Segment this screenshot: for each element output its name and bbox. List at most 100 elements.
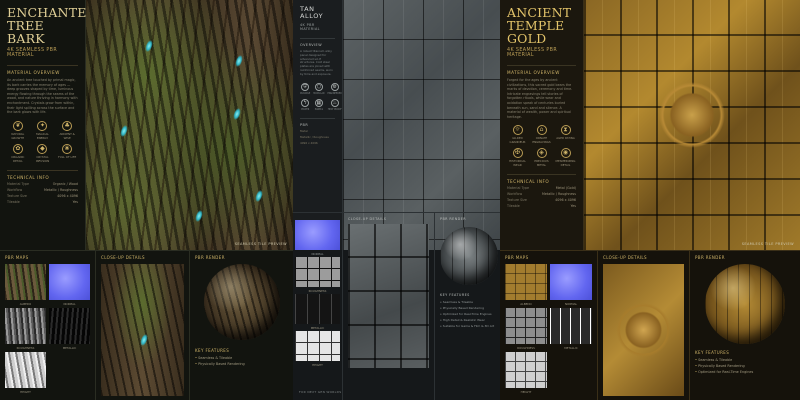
- spec-key: Texture Size: [7, 193, 27, 198]
- spec-key: 4096 x 4096: [300, 140, 318, 145]
- map-label: NORMAL: [311, 252, 324, 256]
- map-label: HEIGHT: [312, 363, 323, 367]
- bark-tech-heading: TECHNICAL INFO: [7, 169, 78, 180]
- bark-render-sphere: [203, 264, 280, 340]
- gold-pbr-maps-heading: PBR MAPS: [505, 255, 529, 260]
- bark-closeup-image: [101, 264, 184, 396]
- list-item: Seamless & Tileable: [695, 358, 795, 362]
- alloy-icon-cell: ϟ POWER: [300, 98, 310, 111]
- map-label: ROUGHNESS: [517, 346, 535, 350]
- map-label: NORMAL: [63, 302, 76, 306]
- alloy-features-heading: KEY FEATURES: [440, 293, 470, 297]
- bark-closeup-panel: CLOSE-UP DETAILS: [96, 251, 190, 400]
- map-albedo[interactable]: ALBEDO: [505, 264, 547, 306]
- hex-icon: ⬡: [314, 82, 323, 91]
- gold-bottom-panels: PBR MAPS ALBEDO NORMAL ROUGHNESS METALLI…: [500, 250, 800, 400]
- bark-info-sidebar: Enchanted Tree Bark 4K SEAMLESS PBR MATE…: [0, 0, 97, 250]
- list-item: Seamless & Tileable: [440, 300, 495, 304]
- bark-overview-heading: MATERIAL OVERVIEW: [7, 65, 78, 75]
- map-metallic[interactable]: METALLIC: [550, 308, 592, 350]
- alloy-closeup-heading: CLOSE-UP DETAILS: [348, 217, 387, 221]
- map-albedo[interactable]: ALBEDO: [5, 264, 46, 306]
- map-metallic[interactable]: METALLIC: [295, 294, 340, 330]
- sparkle-icon: ✦: [37, 120, 48, 131]
- alloy-icon-label: PANELS: [314, 107, 324, 111]
- flame-icon: ♨: [330, 98, 339, 107]
- map-label: METALLIC: [564, 346, 578, 350]
- gold-features-heading: KEY FEATURES: [695, 350, 730, 355]
- list-item: Optimized for Real-Time Engines: [695, 370, 795, 374]
- gold-icon-label: GILDED GRANDEUR: [509, 136, 526, 145]
- spec-key: Workflow: [7, 187, 23, 192]
- tree-icon: ♣: [62, 120, 73, 131]
- alloy-icon-label: MODULAR: [313, 91, 325, 95]
- gold-tile-preview: SEAMLESS TILE PREVIEW: [584, 0, 800, 250]
- map-height[interactable]: HEIGHT: [505, 352, 547, 394]
- gold-pbr-maps-panel: PBR MAPS ALBEDO NORMAL ROUGHNESS METALLI…: [500, 251, 598, 400]
- alloy-title: TAN ALLOY: [300, 5, 324, 20]
- alloy-render-sphere: [440, 227, 498, 285]
- crystal-glow: [119, 124, 129, 138]
- alloy-icon-label: POWER: [301, 107, 310, 111]
- material-sheet-temple-gold: Ancient Temple Gold 4K SEAMLESS PBR MATE…: [500, 0, 800, 400]
- bark-render-heading: PBR RENDER: [195, 255, 225, 260]
- spec-value: Organic / Wood: [52, 181, 78, 186]
- bark-title-line2: Tree Bark: [7, 18, 45, 46]
- map-normal[interactable]: NORMAL: [550, 264, 592, 306]
- gold-render-panel: PBR RENDER KEY FEATURES Seamless & Tilea…: [690, 251, 800, 400]
- alloy-overview-heading: OVERVIEW: [300, 38, 335, 47]
- bark-icon-label: ANCIENT & WISE: [59, 131, 75, 140]
- gold-title-line2: Temple Gold: [507, 18, 565, 46]
- map-height[interactable]: HEIGHT: [295, 331, 340, 367]
- map-label: ROUGHNESS: [16, 346, 35, 350]
- gold-icon-label: HISTORICAL WEAR: [509, 159, 526, 168]
- alloy-icon-cell: ⛨ DURABLE: [300, 82, 310, 95]
- gold-map-grid: ALBEDO NORMAL ROUGHNESS METALLIC HEIGHT: [505, 264, 592, 394]
- alloy-subtitle: 4K PBR MATERIAL: [300, 23, 320, 31]
- spec-key: Metallic / Roughness: [300, 134, 329, 139]
- list-item: Suitable for Game & Film & 3D Art: [440, 324, 495, 328]
- spec-value: Metal (Gold): [555, 186, 576, 191]
- scroll-icon: ✠: [512, 148, 523, 159]
- bark-features-list: Seamless & Tileable Physically Based Ren…: [195, 356, 288, 366]
- spec-row: Workflow Metallic / Roughness: [7, 188, 78, 192]
- crystal-glow: [232, 107, 242, 121]
- gold-render-heading: PBR RENDER: [695, 255, 725, 260]
- map-label: NORMAL: [564, 302, 578, 306]
- bark-feature-icons: ❦ NATURAL GROWTH ✦ MAGICAL ENERGY ♣ ANCIENT…: [7, 120, 78, 163]
- list-item: Optimized for Real-Time Engines: [440, 312, 495, 316]
- map-normal[interactable]: NORMAL: [49, 264, 90, 306]
- map-label: ALBEDO: [19, 302, 32, 306]
- gold-overview-heading: MATERIAL OVERVIEW: [507, 65, 576, 75]
- gold-feature-icons: ☼ GILDED GRANDEUR ⌂ ORNATE ENGRAVINGS ⧗ AGE…: [507, 125, 576, 167]
- map-roughness[interactable]: ROUGHNESS: [5, 308, 46, 350]
- alloy-icon-cell: ▦ PANELS: [313, 98, 324, 111]
- spec-row: Metallic / Roughness: [300, 135, 335, 139]
- map-metallic[interactable]: METALLIC: [49, 308, 90, 350]
- alloy-render-panel: PBR RENDER KEY FEATURES Seamless & Tilea…: [435, 213, 500, 400]
- map-roughness[interactable]: ROUGHNESS: [295, 257, 340, 293]
- gold-icon-label: ORNATE ENGRAVINGS: [532, 136, 551, 145]
- bark-icon-cell: ◆ CRYSTAL INFUSION: [32, 143, 54, 163]
- spec-value: Yes: [570, 204, 576, 209]
- bark-icon-cell: ♣ ANCIENT & WISE: [56, 120, 78, 140]
- spec-key: Workflow: [507, 192, 523, 197]
- alloy-pbr-maps-panel: NORMAL ROUGHNESS METALLIC HEIGHT: [293, 213, 343, 400]
- map-label: METALLIC: [62, 346, 77, 350]
- bark-icon-cell: ✿ ORGANIC DETAIL: [7, 143, 29, 163]
- gold-icon-cell: ⧗ AGED PATINA: [555, 125, 576, 144]
- spec-row: Tileable Yes: [7, 200, 78, 204]
- map-height[interactable]: HEIGHT: [5, 352, 46, 394]
- map-label: ROUGHNESS: [308, 289, 327, 293]
- alloy-map-grid: NORMAL ROUGHNESS METALLIC HEIGHT: [295, 220, 340, 367]
- spec-value: Metallic / Roughness: [44, 187, 78, 192]
- spec-value: Metallic / Roughness: [542, 192, 576, 197]
- gear-icon: ⚙: [330, 82, 339, 91]
- organic-icon: ✿: [12, 143, 23, 154]
- alloy-closeup-image: [348, 224, 429, 368]
- list-item: High Detail & Realistic Wear: [440, 318, 495, 322]
- gold-overview-text: Forged for the ages by ancient civilizat…: [507, 78, 573, 119]
- map-normal[interactable]: NORMAL: [295, 220, 340, 256]
- spec-key: Tileable: [507, 204, 520, 209]
- map-roughness[interactable]: ROUGHNESS: [505, 308, 547, 350]
